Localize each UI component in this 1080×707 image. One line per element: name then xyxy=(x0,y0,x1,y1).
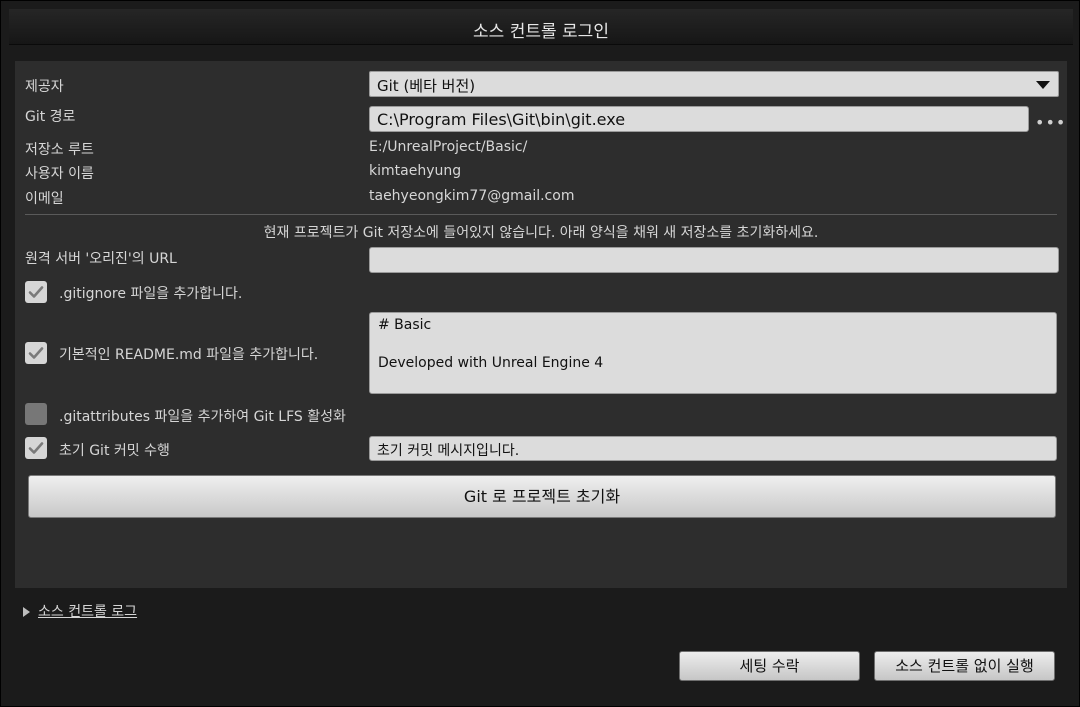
gitattributes-label: .gitattributes 파일을 추가하여 Git LFS 활성화 xyxy=(59,409,346,425)
commit-message-value: 초기 커밋 메시지입니다. xyxy=(377,443,520,459)
settings-panel: 제공자 Git (베타 버전) Git 경로 C:\Program Files\… xyxy=(15,61,1067,588)
chevron-down-icon xyxy=(1036,81,1050,89)
initial-commit-label: 초기 Git 커밋 수행 xyxy=(59,443,170,459)
title-bar[interactable]: 소스 컨트롤 로그인 xyxy=(9,9,1073,45)
checkmark-icon xyxy=(28,286,44,298)
source-control-login-dialog: 소스 컨트롤 로그인 제공자 Git (베타 버전) Git 경로 C:\Pro… xyxy=(0,0,1080,707)
repo-root-value: E:/UnrealProject/Basic/ xyxy=(369,139,528,155)
remote-url-input[interactable] xyxy=(369,247,1059,273)
not-in-repo-notice: 현재 프로젝트가 Git 저장소에 들어있지 않습니다. 아래 양식을 채워 새… xyxy=(263,225,819,241)
git-path-input[interactable]: C:\Program Files\Git\bin\git.exe xyxy=(369,106,1029,132)
user-name-label: 사용자 이름 xyxy=(25,166,94,182)
readme-label: 기본적인 README.md 파일을 추가합니다. xyxy=(59,347,319,363)
email-label: 이메일 xyxy=(25,191,64,207)
commit-message-input[interactable]: 초기 커밋 메시지입니다. xyxy=(369,436,1057,461)
source-control-log-toggle[interactable]: 소스 컨트롤 로그 xyxy=(23,601,137,621)
gitignore-label: .gitignore 파일을 추가합니다. xyxy=(59,286,243,302)
separator xyxy=(25,214,1057,215)
repo-root-label: 저장소 루트 xyxy=(25,142,94,158)
accept-settings-button[interactable]: 세팅 수락 xyxy=(679,651,860,681)
dialog-title: 소스 컨트롤 로그인 xyxy=(473,22,609,42)
source-control-log-label: 소스 컨트롤 로그 xyxy=(38,604,138,620)
readme-checkbox[interactable] xyxy=(25,342,47,364)
user-name-value: kimtaehyung xyxy=(369,163,462,179)
expand-triangle-icon xyxy=(23,607,30,617)
readme-line-2: Developed with Unreal Engine 4 xyxy=(378,355,604,371)
browse-ellipsis-icon[interactable]: ••• xyxy=(1035,113,1066,132)
checkmark-icon xyxy=(28,442,44,454)
readme-line-1: # Basic xyxy=(378,317,432,333)
provider-label: 제공자 xyxy=(25,79,64,95)
checkmark-icon xyxy=(28,347,44,359)
run-without-source-control-button[interactable]: 소스 컨트롤 없이 실행 xyxy=(874,651,1055,681)
provider-dropdown[interactable]: Git (베타 버전) xyxy=(369,71,1059,97)
email-value: taehyeongkim77@gmail.com xyxy=(369,188,575,204)
gitattributes-checkbox[interactable] xyxy=(25,403,47,425)
gitignore-checkbox[interactable] xyxy=(25,281,47,303)
git-path-label: Git 경로 xyxy=(25,109,76,125)
readme-content-input[interactable]: # Basic Developed with Unreal Engine 4 xyxy=(369,312,1057,394)
remote-url-label: 원격 서버 '오리진'의 URL xyxy=(25,251,177,267)
initial-commit-checkbox[interactable] xyxy=(25,437,47,459)
git-path-value: C:\Program Files\Git\bin\git.exe xyxy=(377,110,626,129)
provider-value: Git (베타 버전) xyxy=(377,77,476,95)
init-git-project-button[interactable]: Git 로 프로젝트 초기화 xyxy=(28,475,1056,518)
